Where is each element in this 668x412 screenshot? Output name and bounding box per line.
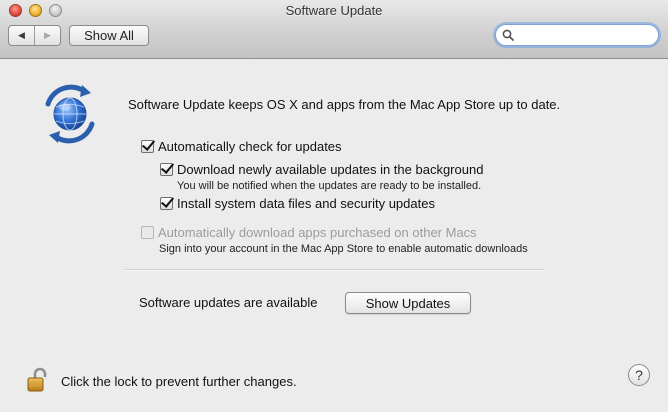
auto-download-purchases-option: Automatically download apps purchased on… xyxy=(141,225,477,240)
search-icon xyxy=(502,29,514,41)
help-button[interactable]: ? xyxy=(628,364,650,386)
auto-download-purchases-checkbox xyxy=(141,226,154,239)
search-input[interactable] xyxy=(518,26,652,44)
install-system-data-option[interactable]: Install system data files and security u… xyxy=(160,196,435,211)
auto-check-option[interactable]: Automatically check for updates xyxy=(141,139,342,154)
toolbar: Software Update ◀ ▶ Show All xyxy=(0,0,668,59)
forward-arrow-icon: ▶ xyxy=(44,30,51,40)
auto-check-label: Automatically check for updates xyxy=(158,139,342,154)
download-background-label: Download newly available updates in the … xyxy=(177,162,484,177)
download-background-note: You will be notified when the updates ar… xyxy=(177,180,482,192)
back-button[interactable]: ◀ xyxy=(9,26,35,45)
show-all-button[interactable]: Show All xyxy=(69,25,149,46)
install-system-data-checkbox[interactable] xyxy=(160,197,173,210)
software-update-window: Software Update ◀ ▶ Show All Software Up… xyxy=(0,0,668,412)
download-background-checkbox[interactable] xyxy=(160,163,173,176)
lock-text: Click the lock to prevent further change… xyxy=(61,374,297,389)
install-system-data-label: Install system data files and security u… xyxy=(177,196,435,211)
status-text: Software updates are available xyxy=(139,295,318,310)
divider xyxy=(124,269,544,271)
software-update-globe-icon xyxy=(45,84,95,144)
auto-download-purchases-note: Sign into your account in the Mac App St… xyxy=(159,243,528,255)
auto-download-purchases-label: Automatically download apps purchased on… xyxy=(158,225,477,240)
window-title: Software Update xyxy=(285,3,383,18)
search-field xyxy=(495,24,659,46)
forward-button[interactable]: ▶ xyxy=(35,26,60,45)
help-icon: ? xyxy=(635,367,643,383)
unlocked-padlock-icon[interactable] xyxy=(25,366,53,394)
intro-text: Software Update keeps OS X and apps from… xyxy=(128,97,561,112)
download-background-option[interactable]: Download newly available updates in the … xyxy=(160,162,483,177)
auto-check-checkbox[interactable] xyxy=(141,140,154,153)
back-arrow-icon: ◀ xyxy=(18,30,25,40)
back-forward-control: ◀ ▶ xyxy=(8,25,61,46)
show-updates-button[interactable]: Show Updates xyxy=(345,292,471,314)
